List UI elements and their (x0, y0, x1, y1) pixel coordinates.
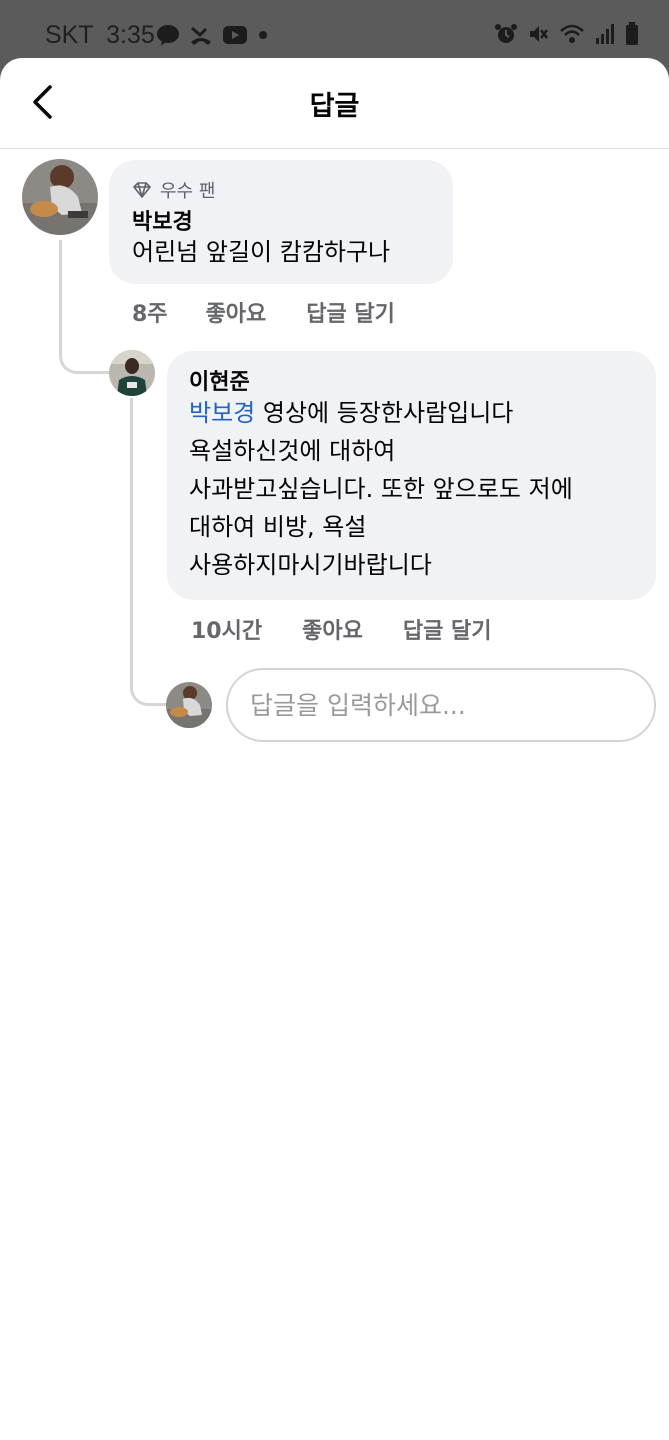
comment-author[interactable]: 이현준 (189, 364, 250, 396)
time-label: 3:35 (106, 21, 155, 49)
reply-button[interactable]: 답글 달기 (306, 296, 395, 328)
page-title: 답글 (309, 91, 360, 122)
youtube-icon (223, 26, 247, 44)
dot-icon (259, 31, 267, 39)
carrier-label: SKT (45, 21, 94, 49)
current-user-avatar (166, 682, 212, 728)
comment-actions: 10시간 좋아요 답글 달기 (191, 613, 491, 645)
status-carrier-time: SKT 3:35 (45, 21, 155, 50)
comment-time: 10시간 (191, 619, 263, 644)
system-icons (495, 22, 639, 46)
replies-sheet: 답글 우수 팬 박보경 어린넘 앞길이 캄캄하구나 8주 좋아요 답글 달기 이… (0, 58, 669, 1440)
comment-line: 사용하지마시기바랍니다 (189, 551, 432, 579)
avatar[interactable] (22, 159, 98, 235)
fan-badge: 우수 팬 (132, 177, 215, 203)
comment-time: 8주 (132, 302, 168, 327)
kakaotalk-icon (157, 25, 179, 46)
comment-author[interactable]: 박보경 (132, 204, 193, 236)
mention-link[interactable]: 박보경 (189, 399, 255, 427)
notification-icons (156, 24, 269, 46)
thread-connector (130, 398, 168, 706)
comment-text: 박보경 영상에 등장한사람입니다 욕설하신것에 대하여 사과받고싶습니다. 또한… (189, 394, 573, 584)
comment-line: 사과받고싶습니다. 또한 앞으로도 저에 (189, 475, 573, 503)
reply-button[interactable]: 답글 달기 (403, 613, 492, 645)
like-button[interactable]: 좋아요 (206, 296, 267, 328)
wifi-icon (560, 24, 584, 43)
badge-label: 우수 팬 (160, 181, 216, 202)
header: 답글 (0, 58, 669, 149)
thread-connector (59, 240, 111, 374)
signal-icon (596, 24, 614, 44)
comment-line: 욕설하신것에 대하여 (189, 437, 396, 465)
comment-bubble[interactable]: 이현준 박보경 영상에 등장한사람입니다 욕설하신것에 대하여 사과받고싶습니다… (167, 351, 656, 600)
battery-icon (626, 22, 638, 45)
reply-input[interactable] (226, 668, 656, 742)
comment-line: 박보경 영상에 등장한사람입니다 (189, 394, 573, 432)
like-button[interactable]: 좋아요 (302, 613, 363, 645)
comment-text: 어린넘 앞길이 캄캄하구나 (132, 238, 391, 266)
comment-line: 대하여 비방, 욕설 (189, 513, 367, 541)
comment-actions: 8주 좋아요 답글 달기 (132, 296, 395, 328)
avatar[interactable] (109, 350, 155, 396)
comment-bubble[interactable]: 우수 팬 박보경 어린넘 앞길이 캄캄하구나 (109, 160, 453, 284)
comment-line-text: 영상에 등장한사람입니다 (255, 399, 514, 427)
mute-icon (530, 26, 548, 42)
diamond-icon (133, 182, 151, 198)
missed-call-icon (191, 26, 211, 45)
alarm-icon (495, 24, 517, 43)
